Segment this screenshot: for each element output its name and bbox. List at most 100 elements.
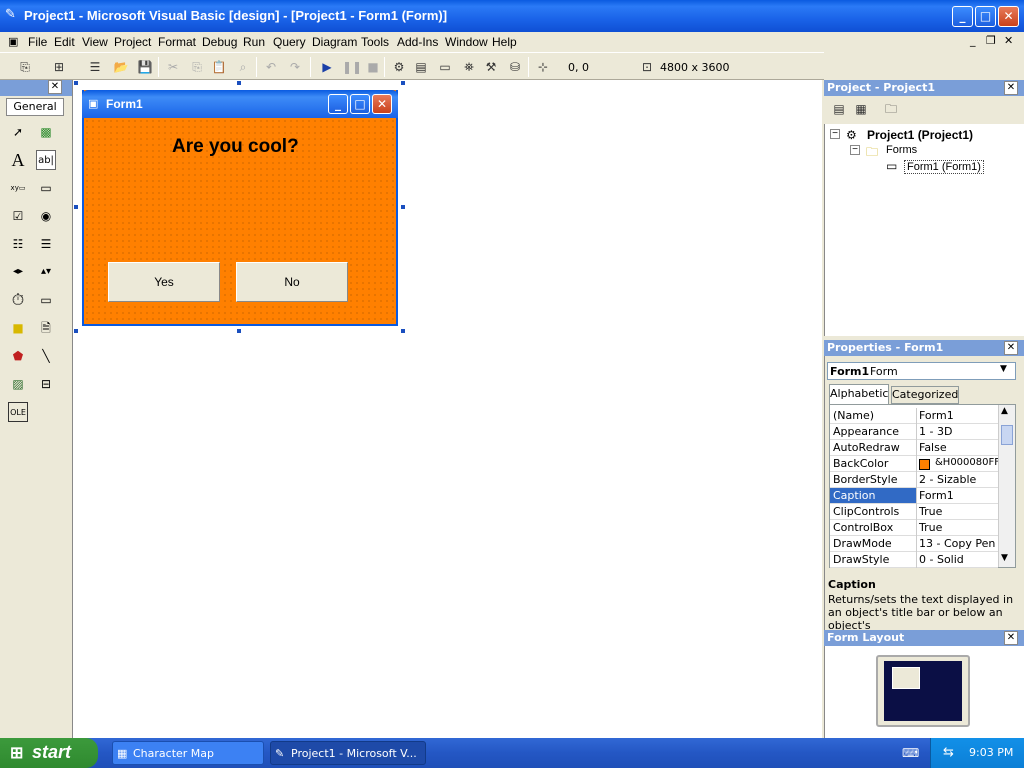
view-code-icon[interactable]: ▤ xyxy=(830,100,848,118)
property-row[interactable]: (Name) Form1 xyxy=(830,408,998,424)
menu-add-ins[interactable]: Add-Ins xyxy=(397,35,438,49)
start-button[interactable]: ⊞ start xyxy=(0,738,98,768)
form1-title-bar[interactable]: ▣ Form1 _ □ ✕ xyxy=(82,90,398,118)
properties-window-icon[interactable]: ▤ xyxy=(412,58,430,76)
ole-tool-icon[interactable]: OLE xyxy=(8,402,28,422)
commandbutton-tool-icon[interactable]: ▭ xyxy=(36,178,56,198)
menu-diagram[interactable]: Diagram xyxy=(312,35,357,49)
data-tool-icon[interactable]: ⊟ xyxy=(36,374,56,394)
form-layout-close-icon[interactable]: ✕ xyxy=(1004,631,1018,645)
form-minimize-button[interactable]: _ xyxy=(328,94,348,114)
resize-handle[interactable] xyxy=(236,80,242,86)
optionbutton-tool-icon[interactable]: ◉ xyxy=(36,206,56,226)
menu-help[interactable]: Help xyxy=(492,35,517,49)
redo-icon[interactable]: ↷ xyxy=(286,58,304,76)
menu-debug[interactable]: Debug xyxy=(202,35,237,49)
maximize-button[interactable]: □ xyxy=(975,6,996,27)
property-row[interactable]: AutoRedraw False xyxy=(830,440,998,456)
shape-tool-icon[interactable]: ⬟ xyxy=(8,346,28,366)
property-scrollbar[interactable]: ▲ ▼ xyxy=(998,405,1015,567)
copy-icon[interactable]: ⎘ xyxy=(188,58,206,76)
question-label[interactable]: Are you cool? xyxy=(172,136,299,158)
resize-handle[interactable] xyxy=(400,328,406,334)
scroll-down-icon[interactable]: ▼ xyxy=(1001,553,1008,563)
menu-file[interactable]: File xyxy=(28,35,47,49)
combobox-tool-icon[interactable]: ☷ xyxy=(8,234,28,254)
form-position-preview[interactable] xyxy=(892,667,920,689)
resize-handle[interactable] xyxy=(73,328,79,334)
checkbox-tool-icon[interactable]: ☑ xyxy=(8,206,28,226)
resize-handle[interactable] xyxy=(73,80,79,86)
drivelistbox-tool-icon[interactable]: ▭ xyxy=(36,290,56,310)
minimize-button[interactable]: _ xyxy=(952,6,973,27)
property-row[interactable]: DrawStyle 0 - Solid xyxy=(830,552,998,568)
paste-icon[interactable]: 📋 xyxy=(210,58,228,76)
cut-icon[interactable]: ✂ xyxy=(164,58,182,76)
scroll-up-icon[interactable]: ▲ xyxy=(1001,406,1008,416)
menu-window[interactable]: Window xyxy=(445,35,488,49)
property-row[interactable]: BackColor &H000080FF xyxy=(830,456,1000,472)
form-layout-icon[interactable]: ▭ xyxy=(436,58,454,76)
data-view-icon[interactable]: ⛁ xyxy=(506,58,524,76)
network-tray-icon[interactable]: ⇆ xyxy=(943,745,954,760)
menu-editor-icon[interactable]: ☰ xyxy=(86,58,104,76)
image-tool-icon[interactable]: ▨ xyxy=(8,374,28,394)
filelistbox-tool-icon[interactable]: 🗎 xyxy=(36,318,56,338)
resize-handle[interactable] xyxy=(400,204,406,210)
collapse-icon[interactable]: − xyxy=(850,145,860,155)
find-icon[interactable]: ⌕ xyxy=(234,58,252,76)
mdi-close-icon[interactable]: ✕ xyxy=(1004,34,1013,47)
view-object-icon[interactable]: ▦ xyxy=(852,100,870,118)
scroll-thumb[interactable] xyxy=(1001,425,1013,445)
toolbox-tab-general[interactable]: General xyxy=(6,98,64,116)
dirlistbox-tool-icon[interactable]: ■ xyxy=(8,318,28,338)
mdi-minimize-icon[interactable]: _ xyxy=(970,34,976,47)
menu-tools[interactable]: Tools xyxy=(361,35,389,49)
tab-categorized[interactable]: Categorized xyxy=(891,386,959,404)
mdi-restore-icon[interactable]: ❐ xyxy=(986,34,996,47)
resize-handle[interactable] xyxy=(400,80,406,86)
taskbar-task-charmap[interactable]: ▦ Character Map xyxy=(112,741,264,765)
property-row[interactable]: DrawMode 13 - Copy Pen xyxy=(830,536,998,552)
property-row[interactable]: ClipControls True xyxy=(830,504,998,520)
end-icon[interactable]: ■ xyxy=(364,58,382,76)
frame-tool-icon[interactable]: xy▭ xyxy=(8,178,28,198)
menu-project[interactable]: Project xyxy=(114,35,151,49)
tab-alphabetic[interactable]: Alphabetic xyxy=(829,384,889,404)
object-selector[interactable]: Form1 Form ▼ xyxy=(827,362,1016,380)
tree-forms-folder[interactable]: Forms xyxy=(886,144,917,156)
menu-view[interactable]: View xyxy=(82,35,108,49)
property-row[interactable]: ControlBox True xyxy=(830,520,998,536)
form-maximize-button[interactable]: □ xyxy=(350,94,370,114)
dropdown-arrow-icon[interactable]: ▼ xyxy=(1000,364,1007,374)
picturebox-tool-icon[interactable]: ▩ xyxy=(36,122,56,142)
save-project-icon[interactable]: 💾 xyxy=(136,58,154,76)
timer-tool-icon[interactable]: ⏱ xyxy=(8,290,28,310)
break-icon[interactable]: ❚❚ xyxy=(342,58,362,76)
document-icon[interactable]: ▣ xyxy=(8,35,18,48)
label-tool-icon[interactable]: A xyxy=(8,150,28,170)
property-row-selected[interactable]: Caption Form1 xyxy=(830,488,998,504)
textbox-tool-icon[interactable]: ab| xyxy=(36,150,56,170)
property-row[interactable]: BorderStyle 2 - Sizable xyxy=(830,472,998,488)
keyboard-tray-icon[interactable]: ⌨ xyxy=(902,746,919,760)
add-form-icon[interactable]: ⊞ xyxy=(50,58,68,76)
vscrollbar-tool-icon[interactable]: ▴▾ xyxy=(36,262,56,282)
pointer-tool-icon[interactable]: ➚ xyxy=(8,122,28,142)
no-button[interactable]: No xyxy=(236,262,348,302)
resize-handle[interactable] xyxy=(73,204,79,210)
add-project-icon[interactable]: ⎘ xyxy=(16,58,34,76)
menu-format[interactable]: Format xyxy=(158,35,196,49)
open-project-icon[interactable]: 📂 xyxy=(112,58,130,76)
line-tool-icon[interactable]: ╲ xyxy=(36,346,56,366)
toggle-folders-icon[interactable]: 🗀 xyxy=(882,100,900,118)
tree-project-root[interactable]: Project1 (Project1) xyxy=(867,128,973,142)
taskbar-task-vb[interactable]: ✎ Project1 - Microsoft V... xyxy=(270,741,426,765)
properties-close-icon[interactable]: ✕ xyxy=(1004,341,1018,355)
menu-edit[interactable]: Edit xyxy=(54,35,75,49)
collapse-icon[interactable]: − xyxy=(830,129,840,139)
listbox-tool-icon[interactable]: ☰ xyxy=(36,234,56,254)
toolbox-close-icon[interactable]: ✕ xyxy=(48,80,62,94)
start-icon[interactable]: ▶ xyxy=(318,58,336,76)
menu-query[interactable]: Query xyxy=(273,35,306,49)
